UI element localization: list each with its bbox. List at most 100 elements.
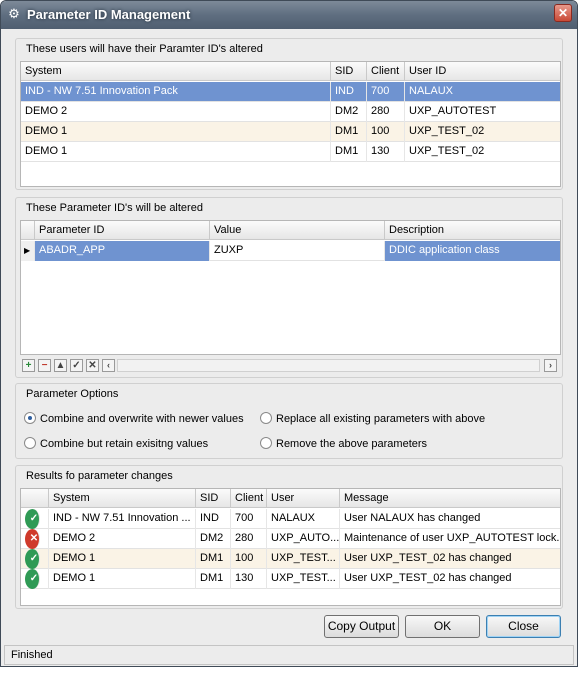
cell-sid: IND xyxy=(331,82,367,102)
status-bar: Finished xyxy=(4,645,574,665)
results-group-label: Results fo parameter changes xyxy=(26,470,173,482)
cell-value[interactable]: ZUXP xyxy=(210,241,385,261)
option-label: Combine but retain exisitng values xyxy=(40,438,209,450)
cell-client: 280 xyxy=(231,529,267,549)
params-toolbar: + − ▲ ✓ ✕ ‹ › xyxy=(20,358,563,376)
cancel-edit-icon[interactable]: ✕ xyxy=(86,359,99,372)
remove-row-icon[interactable]: − xyxy=(38,359,51,372)
cell-client: 130 xyxy=(367,142,405,162)
users-group-label: These users will have their Paramter ID'… xyxy=(26,43,263,55)
copy-output-button[interactable]: Copy Output xyxy=(324,615,399,638)
cell-sid: DM1 xyxy=(196,569,231,589)
col-header-sid[interactable]: SID xyxy=(196,489,231,508)
col-header-user[interactable]: User xyxy=(267,489,340,508)
option-label: Replace all existing parameters with abo… xyxy=(276,413,486,425)
cell-sid: DM1 xyxy=(196,549,231,569)
cell-client: 130 xyxy=(231,569,267,589)
gear-icon: ⚙ xyxy=(8,6,20,21)
params-grid-header: Parameter ID Value Description xyxy=(21,221,560,240)
window-title: Parameter ID Management xyxy=(27,7,191,22)
table-row[interactable]: IND - NW 7.51 Innovation Pack IND 700 NA… xyxy=(21,82,560,102)
cell-client: 700 xyxy=(231,509,267,529)
cell-system: DEMO 2 xyxy=(21,102,331,122)
cell-sid: IND xyxy=(196,509,231,529)
success-check-icon: ✓ xyxy=(25,509,40,529)
params-group-label: These Parameter ID's will be altered xyxy=(26,202,203,214)
col-header-sid[interactable]: SID xyxy=(331,62,367,81)
cell-client: 100 xyxy=(231,549,267,569)
option-replace-all[interactable]: Replace all existing parameters with abo… xyxy=(260,412,485,425)
cell-message: User NALAUX has changed xyxy=(340,509,560,529)
results-grid[interactable]: System SID Client User Message ✓ IND - N… xyxy=(20,488,561,606)
table-row[interactable]: DEMO 1 DM1 100 UXP_TEST_02 xyxy=(21,122,560,142)
option-combine-retain[interactable]: Combine but retain exisitng values xyxy=(24,437,208,450)
cell-system: DEMO 2 xyxy=(49,529,196,549)
row-selector-arrow-icon[interactable]: ▶ xyxy=(21,241,35,261)
table-row[interactable]: ✕ DEMO 2 DM2 280 UXP_AUTO... Maintenance… xyxy=(21,529,560,549)
option-label: Remove the above parameters xyxy=(276,438,428,450)
results-grid-header: System SID Client User Message xyxy=(21,489,560,508)
col-header-system[interactable]: System xyxy=(21,62,331,81)
radio-icon xyxy=(260,412,272,424)
scroll-right-icon[interactable]: › xyxy=(544,359,557,372)
col-header-message[interactable]: Message xyxy=(340,489,560,508)
cell-user-id: UXP_TEST_02 xyxy=(405,142,560,162)
users-group: These users will have their Paramter ID'… xyxy=(15,38,563,190)
table-row[interactable]: ▶ ABADR_APP ZUXP DDIC application class xyxy=(21,241,560,261)
window-close-button[interactable]: ✕ xyxy=(554,4,572,22)
col-header-user-id[interactable]: User ID xyxy=(405,62,560,81)
col-header-system[interactable]: System xyxy=(49,489,196,508)
col-header-client[interactable]: Client xyxy=(231,489,267,508)
params-group: These Parameter ID's will be altered Par… xyxy=(15,197,563,378)
col-header-description[interactable]: Description xyxy=(385,221,560,240)
cell-client: 280 xyxy=(367,102,405,122)
cell-message: Maintenance of user UXP_AUTOTEST lock... xyxy=(340,529,560,549)
cell-status: ✕ xyxy=(21,529,49,549)
parameter-id-window: ⚙ Parameter ID Management ✕ These users … xyxy=(0,0,578,667)
cell-system: DEMO 1 xyxy=(21,122,331,142)
table-row[interactable]: ✓ IND - NW 7.51 Innovation ... IND 700 N… xyxy=(21,509,560,529)
cell-user-id: NALAUX xyxy=(405,82,560,102)
radio-selected-icon xyxy=(24,412,36,424)
add-row-icon[interactable]: + xyxy=(22,359,35,372)
cell-system: DEMO 1 xyxy=(49,549,196,569)
scroll-left-icon[interactable]: ‹ xyxy=(102,359,115,372)
radio-icon xyxy=(260,437,272,449)
cell-message: User UXP_TEST_02 has changed xyxy=(340,569,560,589)
close-button[interactable]: Close xyxy=(486,615,561,638)
table-row[interactable]: DEMO 2 DM2 280 UXP_AUTOTEST xyxy=(21,102,560,122)
cell-user-id: UXP_TEST_02 xyxy=(405,122,560,142)
title-bar[interactable]: ⚙ Parameter ID Management ✕ xyxy=(1,1,577,29)
cell-user: NALAUX xyxy=(267,509,340,529)
option-combine-overwrite[interactable]: Combine and overwrite with newer values xyxy=(24,412,244,425)
confirm-icon[interactable]: ✓ xyxy=(70,359,83,372)
cell-user-id: UXP_AUTOTEST xyxy=(405,102,560,122)
cell-parameter-id[interactable]: ABADR_APP xyxy=(35,241,210,261)
cell-system: IND - NW 7.51 Innovation ... xyxy=(49,509,196,529)
options-group-label: Parameter Options xyxy=(26,388,119,400)
cell-system: IND - NW 7.51 Innovation Pack xyxy=(21,82,331,102)
row-header-corner xyxy=(21,221,35,240)
table-row[interactable]: ✓ DEMO 1 DM1 130 UXP_TEST... User UXP_TE… xyxy=(21,569,560,589)
cell-client: 700 xyxy=(367,82,405,102)
table-row[interactable]: DEMO 1 DM1 130 UXP_TEST_02 xyxy=(21,142,560,162)
users-grid-header: System SID Client User ID xyxy=(21,62,560,81)
cell-user: UXP_TEST... xyxy=(267,569,340,589)
col-header-value[interactable]: Value xyxy=(210,221,385,240)
params-grid[interactable]: Parameter ID Value Description ▶ ABADR_A… xyxy=(20,220,561,355)
table-row[interactable]: ✓ DEMO 1 DM1 100 UXP_TEST... User UXP_TE… xyxy=(21,549,560,569)
users-grid[interactable]: System SID Client User ID IND - NW 7.51 … xyxy=(20,61,561,187)
cell-sid: DM1 xyxy=(331,142,367,162)
option-remove-params[interactable]: Remove the above parameters xyxy=(260,437,427,450)
ok-button[interactable]: OK xyxy=(405,615,480,638)
cell-sid: DM1 xyxy=(331,122,367,142)
move-up-icon[interactable]: ▲ xyxy=(54,359,67,372)
success-check-icon: ✓ xyxy=(25,569,40,589)
col-header-client[interactable]: Client xyxy=(367,62,405,81)
col-header-parameter-id[interactable]: Parameter ID xyxy=(35,221,210,240)
cell-status: ✓ xyxy=(21,569,49,589)
cell-client: 100 xyxy=(367,122,405,142)
cell-description[interactable]: DDIC application class xyxy=(385,241,560,261)
cell-system: DEMO 1 xyxy=(21,142,331,162)
horizontal-scrollbar[interactable] xyxy=(117,359,540,372)
